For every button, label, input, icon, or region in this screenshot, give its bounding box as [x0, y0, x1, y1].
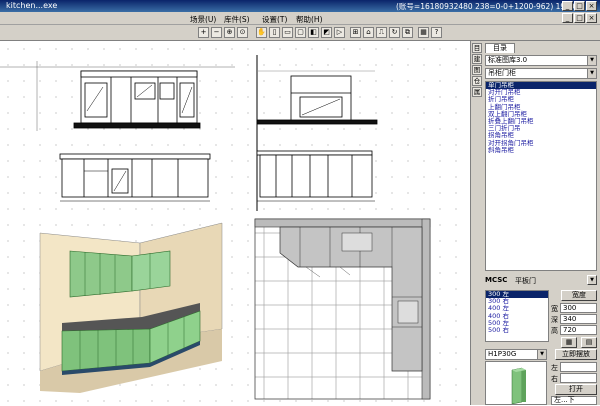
- place-button[interactable]: 立即摆放: [555, 349, 597, 360]
- door-type-dropdown[interactable]: ▼: [587, 275, 597, 285]
- print-icon[interactable]: ▤: [581, 337, 597, 348]
- list-item[interactable]: 斜角吊柜: [486, 146, 596, 154]
- menu-bar: 场景(U) 库件(S) 设置(T) 帮助(H) _ □ ×: [0, 12, 600, 25]
- view-top-icon[interactable]: ▯: [269, 27, 280, 38]
- toolbar: + − ⊕ ⊙ ✋ ▯ ▭ ▢ ◧ ◩ ▷ ⊞ ⌂ ⎍ ↻ ⧉ ▦ ?: [0, 25, 600, 41]
- render-icon[interactable]: ◩: [321, 27, 332, 38]
- drawing-canvas[interactable]: [0, 41, 470, 405]
- plan-view: [254, 218, 431, 400]
- vtab-storage[interactable]: 仓: [472, 76, 482, 86]
- canvas-drawings: [0, 41, 470, 405]
- view-front-icon[interactable]: ▭: [282, 27, 293, 38]
- grid-icon[interactable]: ▦: [418, 27, 429, 38]
- select-icon[interactable]: ⌂: [363, 27, 374, 38]
- width-field[interactable]: 300: [560, 303, 597, 313]
- menu-settings[interactable]: 设置(T): [262, 14, 287, 25]
- grid-toggle-icon[interactable]: ▦: [561, 337, 577, 348]
- model-select-value: H1P30G: [488, 350, 517, 358]
- measure-icon[interactable]: ▷: [334, 27, 345, 38]
- right-label: 右: [551, 375, 558, 383]
- tab-catalog[interactable]: 目录: [485, 43, 515, 53]
- height-field[interactable]: 720: [560, 325, 597, 335]
- dimension-icon[interactable]: ⊞: [350, 27, 361, 38]
- menu-library[interactable]: 库件(S): [224, 14, 250, 25]
- vtab-build[interactable]: 建: [472, 54, 482, 64]
- left-field[interactable]: [560, 362, 597, 372]
- zoom-out-icon[interactable]: −: [211, 27, 222, 38]
- zoom-window-icon[interactable]: ⊕: [224, 27, 235, 38]
- vtab-props[interactable]: 属: [472, 87, 482, 97]
- window-title: kitchen...exe: [6, 1, 58, 10]
- model-select[interactable]: H1P30G ▼: [485, 349, 547, 360]
- category-select-value: 吊柜门柜: [488, 69, 516, 77]
- library-select[interactable]: 标准图库3.0 ▼: [485, 55, 597, 66]
- direction-select-value: 左...下: [554, 396, 575, 404]
- category-select[interactable]: 吊柜门柜 ▼: [485, 68, 597, 79]
- height-label: 高: [551, 327, 558, 335]
- cabinet-preview-image: [511, 367, 526, 405]
- child-restore-button[interactable]: □: [574, 13, 585, 23]
- copy-icon[interactable]: ⧉: [402, 27, 413, 38]
- left-label: 左: [551, 364, 558, 372]
- depth-label: 深: [551, 316, 558, 324]
- size-list[interactable]: 300 左 300 右 400 左 400 右 500 左 500 右: [485, 290, 549, 342]
- menu-scene[interactable]: 场景(U): [190, 14, 216, 25]
- close-button[interactable]: ×: [586, 1, 597, 11]
- maximize-button[interactable]: □: [574, 1, 585, 11]
- zoom-all-icon[interactable]: ⊙: [237, 27, 248, 38]
- width-label: 宽: [551, 305, 558, 313]
- chevron-down-icon: ▼: [587, 69, 596, 78]
- rotate-icon[interactable]: ↻: [389, 27, 400, 38]
- chevron-down-icon: ▼: [590, 277, 594, 283]
- title-bar: kitchen...exe (账号=16180932480 238=0-0+12…: [0, 0, 600, 12]
- open-button[interactable]: 打开: [555, 384, 597, 395]
- chevron-down-icon: ▼: [537, 350, 546, 359]
- item-preview: [485, 361, 547, 405]
- list-item[interactable]: 500 右: [486, 326, 548, 334]
- door-type-label: 平板门: [515, 277, 536, 285]
- depth-field[interactable]: 340: [560, 314, 597, 324]
- item-list[interactable]: 单门吊柜 对开门吊柜 折门吊柜 上翻门吊柜 双上翻门吊柜 折叠上翻门吊柜 三门折…: [485, 81, 597, 271]
- vtab-catalog[interactable]: 目: [472, 43, 482, 53]
- minimize-button[interactable]: _: [562, 1, 573, 11]
- vtab-drawing[interactable]: 图: [472, 65, 482, 75]
- help-icon[interactable]: ?: [431, 27, 442, 38]
- child-close-button[interactable]: ×: [586, 13, 597, 23]
- menu-help[interactable]: 帮助(H): [296, 14, 323, 25]
- zoom-in-icon[interactable]: +: [198, 27, 209, 38]
- direction-select[interactable]: 左...下: [551, 396, 597, 405]
- chevron-down-icon: ▼: [587, 56, 596, 65]
- width-button[interactable]: 宽度: [561, 290, 597, 301]
- library-select-value: 标准图库3.0: [488, 56, 528, 64]
- library-panel: 目 建 图 仓 属 目录 标准图库3.0 ▼ 吊柜门柜 ▼ 单门吊柜 对开门吊柜…: [470, 41, 600, 405]
- right-field[interactable]: [560, 373, 597, 383]
- status-readout: (账号=16180932480 238=0-0+1200-962) 19:50: [396, 2, 578, 11]
- material-label: MCSC: [485, 276, 508, 284]
- move-icon[interactable]: ⎍: [376, 27, 387, 38]
- pan-icon[interactable]: ✋: [256, 27, 267, 38]
- view-3d-icon[interactable]: ◧: [308, 27, 319, 38]
- view-side-icon[interactable]: ▢: [295, 27, 306, 38]
- child-minimize-button[interactable]: _: [562, 13, 573, 23]
